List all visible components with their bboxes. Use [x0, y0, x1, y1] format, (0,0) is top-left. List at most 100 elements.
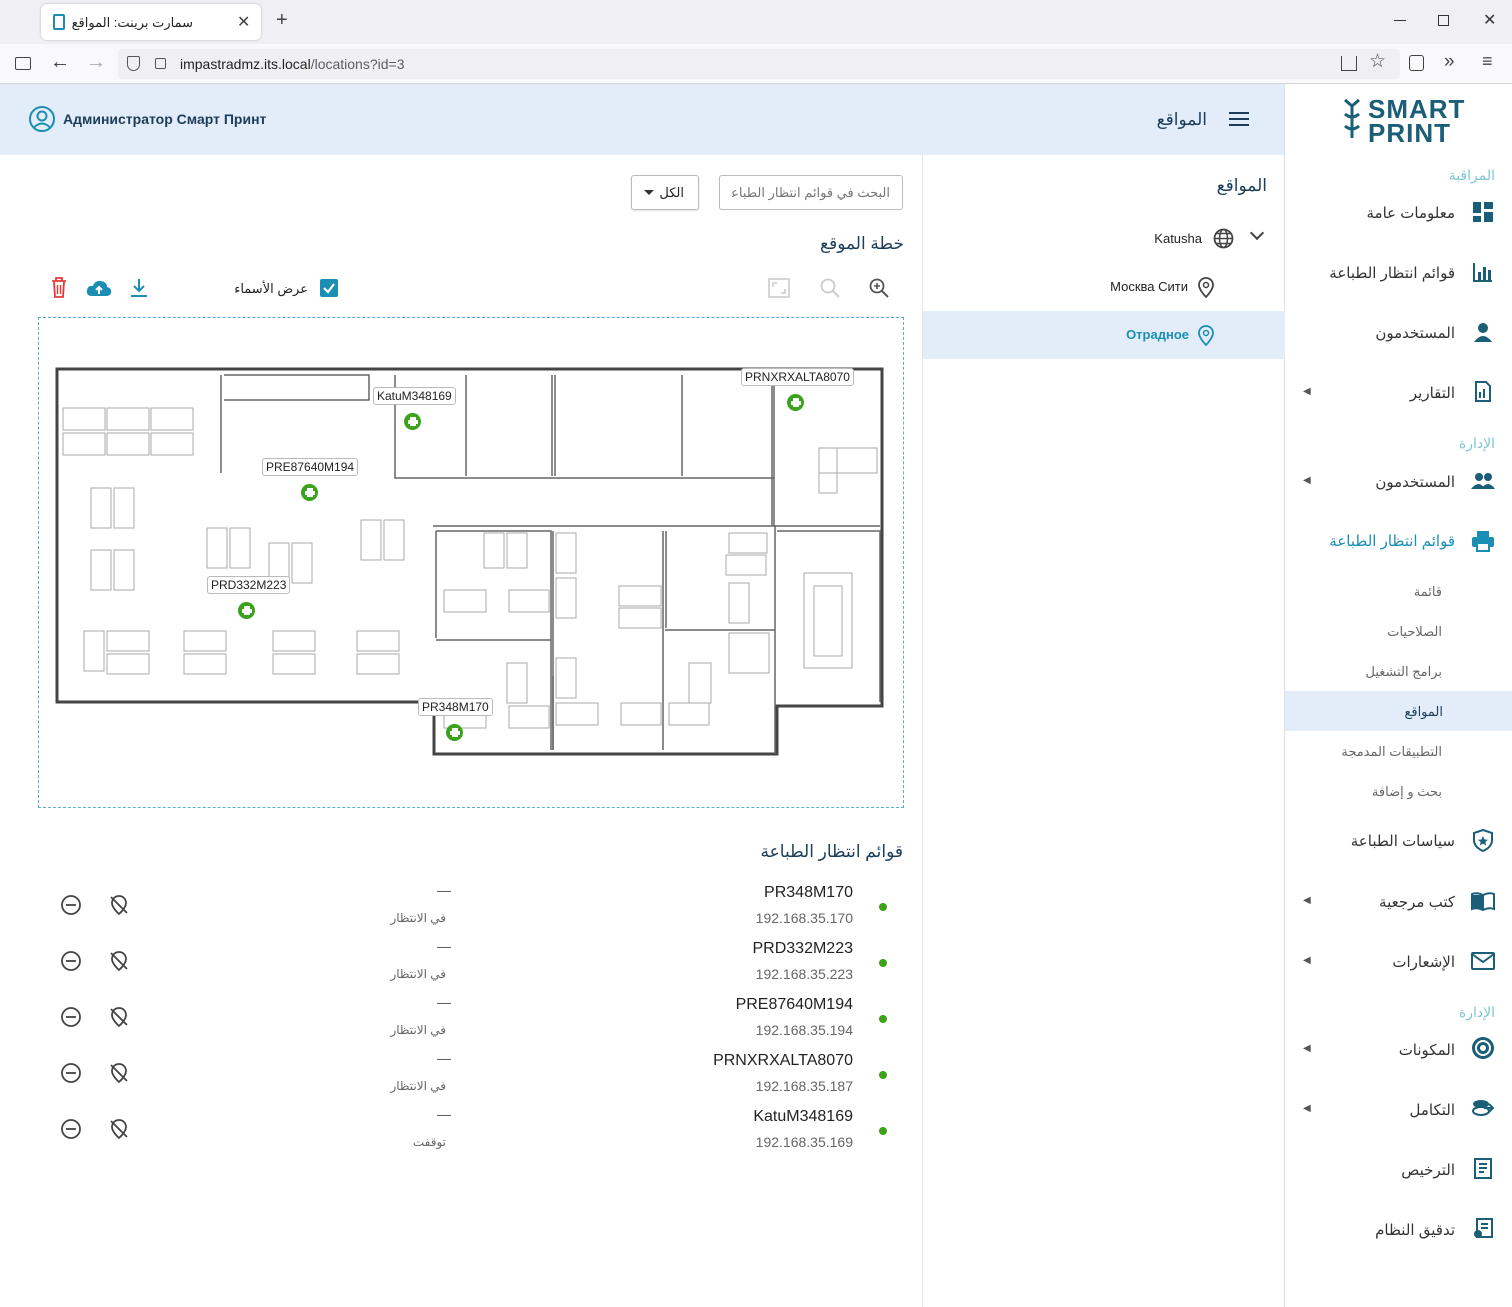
bookmark-star-icon[interactable]: ☆: [1369, 50, 1386, 73]
sidebar-toggle-icon[interactable]: [15, 57, 31, 70]
book-icon: [1471, 892, 1495, 911]
browser-tabstrip: سمارت برينت: المواقع ✕ + ✕: [0, 0, 1512, 44]
printer-label[interactable]: PRE87640M194: [262, 458, 359, 476]
shield-tracking-icon[interactable]: [127, 56, 140, 71]
filter-select[interactable]: الكل: [631, 175, 699, 210]
new-tab-icon[interactable]: +: [276, 9, 288, 32]
dashboard-icon: [1473, 202, 1493, 222]
printer-icon: [1472, 531, 1494, 552]
subitem-list[interactable]: قائمة: [1414, 584, 1442, 600]
printer-pin-icon[interactable]: [787, 394, 804, 411]
queue-ip: 192.168.35.170: [755, 910, 853, 926]
queue-name[interactable]: PRNXRXALTA8070: [713, 1052, 853, 1070]
expand-arrow-icon[interactable]: ◀: [1303, 386, 1311, 397]
tree-node-otradnoe[interactable]: Отрадное: [923, 311, 1285, 359]
unpin-location-icon[interactable]: [108, 950, 130, 972]
remove-icon[interactable]: [60, 894, 82, 916]
section-admin: الإدارة: [1458, 435, 1495, 451]
remove-icon[interactable]: [60, 1006, 82, 1028]
unpin-location-icon[interactable]: [108, 1006, 130, 1028]
hamburger-icon[interactable]: [1229, 111, 1249, 127]
search-input[interactable]: [720, 176, 902, 209]
printer-pin-icon[interactable]: [238, 602, 255, 619]
unpin-location-icon[interactable]: [108, 1118, 130, 1140]
tab-title: سمارت برينت: المواقع: [71, 15, 193, 30]
user-name[interactable]: Администратор Смарт Принт: [63, 111, 266, 127]
queue-name[interactable]: PR348M170: [764, 884, 853, 902]
queue-name[interactable]: PRD332M223: [753, 940, 854, 958]
caret-down-icon: [644, 190, 654, 195]
delete-icon[interactable]: [51, 277, 67, 298]
printer-label[interactable]: PRD332M223: [207, 576, 291, 594]
printer-label[interactable]: KatuM348169: [373, 387, 456, 405]
close-window-icon[interactable]: ✕: [1483, 10, 1496, 30]
subitem-embedded-apps[interactable]: التطبيقات المدمجة: [1341, 744, 1442, 760]
printer-label[interactable]: PRNXRXALTA8070: [741, 368, 854, 386]
subitem-locations-active[interactable]: المواقع: [1285, 691, 1512, 731]
download-icon[interactable]: [1341, 56, 1357, 71]
expand-arrow-icon[interactable]: ◀: [1303, 475, 1311, 486]
unpin-location-icon[interactable]: [108, 1062, 130, 1084]
expand-arrow-icon[interactable]: ◀: [1303, 1103, 1311, 1114]
fit-screen-icon[interactable]: [768, 278, 790, 298]
show-names-checkbox[interactable]: [320, 279, 338, 297]
sidebar-item-label: تدقيق النظام: [1375, 1222, 1455, 1239]
back-icon[interactable]: ←: [50, 51, 70, 74]
zoom-out-icon[interactable]: [820, 278, 840, 298]
integration-icon: [1472, 1100, 1494, 1116]
sidebar-item-label: سياسات الطباعة: [1350, 833, 1455, 850]
subitem-permissions[interactable]: الصلاحيات: [1387, 624, 1442, 640]
extensions-icon[interactable]: [1409, 55, 1424, 71]
floorplan-canvas[interactable]: KatuM348169 PRE87640M194 PRD332M223 PRNX…: [38, 317, 904, 808]
remove-icon[interactable]: [60, 950, 82, 972]
expand-arrow-icon[interactable]: ◀: [1303, 955, 1311, 966]
zoom-in-icon[interactable]: [869, 278, 889, 298]
user-icon: [1474, 323, 1492, 342]
shield-icon: [1473, 829, 1493, 852]
url-field[interactable]: impastradmz.its.local/locations?id=3: [118, 49, 1400, 79]
queue-ip: 192.168.35.187: [755, 1078, 853, 1094]
sidebar-item-label: معلومات عامة: [1366, 205, 1455, 222]
queue-ip: 192.168.35.194: [755, 1022, 853, 1038]
subitem-search-add[interactable]: بحث و إضافة: [1372, 784, 1442, 800]
queue-state: في الانتظار: [390, 967, 446, 981]
queue-name[interactable]: KatuM348169: [753, 1108, 853, 1126]
minimize-icon[interactable]: [1394, 20, 1406, 21]
upload-cloud-icon[interactable]: [86, 278, 112, 298]
unpin-location-icon[interactable]: [108, 894, 130, 916]
queue-name[interactable]: PRE87640M194: [736, 996, 853, 1014]
subitem-drivers[interactable]: برامج التشغيل: [1365, 664, 1442, 680]
url-text: impastradmz.its.local/locations?id=3: [180, 56, 405, 72]
page-title: المواقع: [1156, 110, 1207, 129]
printer-pin-icon[interactable]: [301, 484, 318, 501]
expand-arrow-icon[interactable]: ◀: [1303, 895, 1311, 906]
remove-icon[interactable]: [60, 1118, 82, 1140]
checkmark-icon: [323, 283, 335, 294]
chevron-down-icon[interactable]: [1249, 225, 1265, 241]
status-ok-icon: [879, 1127, 887, 1135]
floorplan-drawing: [55, 367, 884, 756]
maximize-icon[interactable]: [1438, 15, 1449, 26]
menu-icon[interactable]: ≡: [1482, 51, 1493, 72]
download-plan-icon[interactable]: [130, 278, 148, 298]
search-field[interactable]: [719, 175, 903, 210]
printer-pin-icon[interactable]: [446, 724, 463, 741]
queue-jobs: —: [437, 882, 451, 898]
queue-state: في الانتظار: [390, 1023, 446, 1037]
remove-icon[interactable]: [60, 1062, 82, 1084]
sidebar-item-label: المستخدمون: [1375, 325, 1455, 342]
browser-tab[interactable]: سمارت برينت: المواقع ✕: [41, 4, 261, 40]
forward-icon[interactable]: →: [86, 51, 106, 74]
expand-arrow-icon[interactable]: ◀: [1303, 1043, 1311, 1054]
sidebar-item-label: المستخدمون: [1375, 474, 1455, 491]
overflow-icon[interactable]: »: [1444, 51, 1455, 73]
subitem-locations: المواقع: [1404, 704, 1443, 719]
logo[interactable]: SMART PRINT: [1342, 94, 1502, 148]
status-ok-icon: [879, 903, 887, 911]
user-avatar-icon[interactable]: [28, 105, 56, 133]
printer-label[interactable]: PR348M170: [418, 698, 493, 716]
lock-icon[interactable]: [155, 58, 166, 69]
status-ok-icon: [879, 1071, 887, 1079]
tab-close-icon[interactable]: ✕: [237, 12, 250, 32]
printer-pin-icon[interactable]: [404, 413, 421, 430]
